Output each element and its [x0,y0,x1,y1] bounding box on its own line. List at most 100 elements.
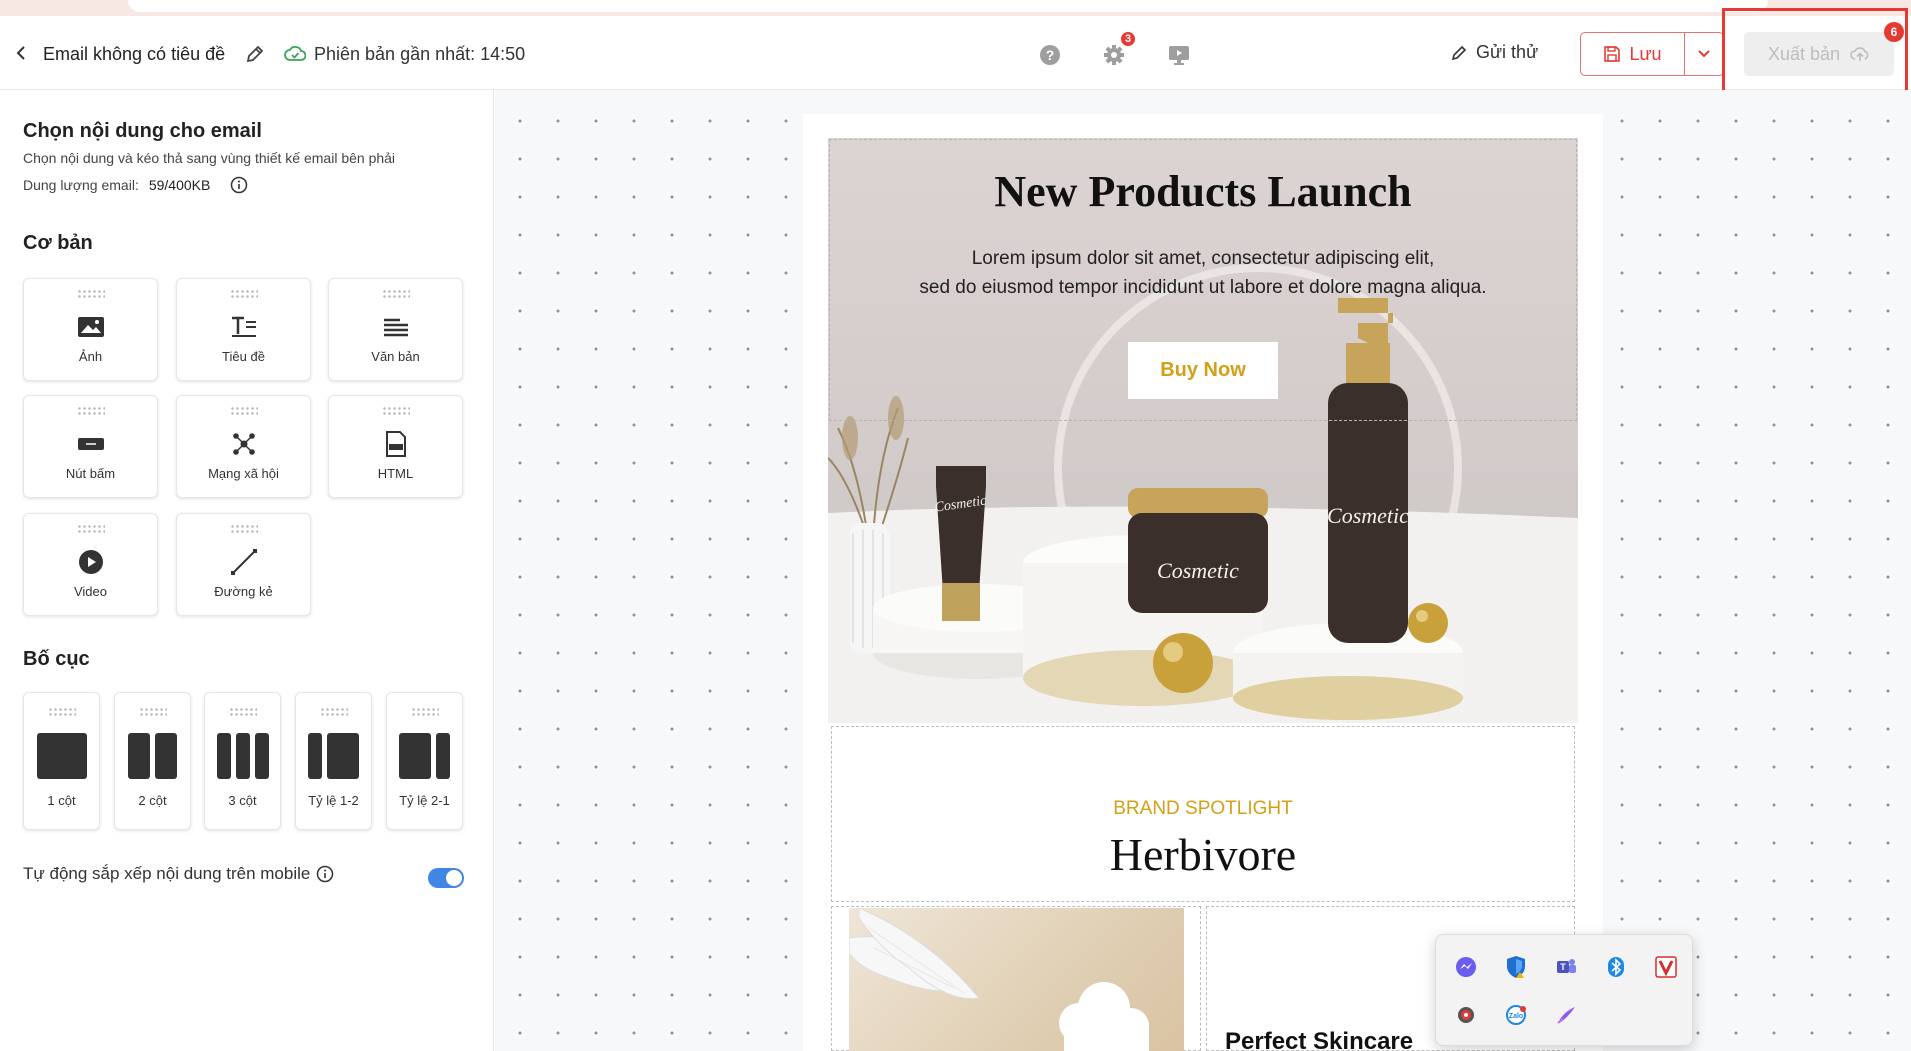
brand-spotlight-tag: BRAND SPOTLIGHT [1113,798,1293,819]
block-video[interactable]: Video [23,513,158,616]
system-tray-overflow: T Zalo [1435,934,1693,1046]
teams-icon[interactable]: T [1553,954,1579,980]
layout-label: 3 cột [228,793,257,808]
text-icon [380,311,412,343]
editor-header: Email không có tiêu đề Phiên bản gần nhấ… [0,8,1911,97]
help-icon[interactable]: ? [1037,42,1063,68]
basic-section-heading: Cơ bản [23,232,93,254]
browser-tab-strip [0,0,1911,16]
drag-handle-icon [319,707,348,717]
email-size-label: Dung lượng email: [23,177,139,193]
layout-3-columns[interactable]: 3 cột [204,692,281,830]
chevron-down-icon [1698,50,1710,58]
block-label: Mạng xã hội [208,466,279,481]
email-size-value: 59/400KB [148,177,211,193]
divider-icon [228,546,260,578]
block-heading[interactable]: Tiêu đề [176,278,311,381]
publish-label: Xuất bản [1767,43,1841,64]
button-icon [75,428,107,460]
drag-handle-icon [47,707,76,717]
hero-title[interactable]: New Products Launch [828,166,1578,217]
drag-handle-icon [229,289,258,299]
block-label: Ảnh [78,349,103,364]
auto-arrange-row: Tự động sắp xếp nội dung trên mobile [23,864,463,884]
pencil-icon[interactable] [244,43,266,65]
block-social[interactable]: Mạng xã hội [176,395,311,498]
block-label: Nút bấm [65,466,116,481]
bluetooth-icon[interactable] [1603,954,1629,980]
layout-1-column[interactable]: 1 cột [23,692,100,830]
video-icon [75,546,107,578]
block-label: Video [73,584,107,599]
send-test-button[interactable]: Gửi thử [1450,42,1538,63]
one-column-icon [36,733,88,779]
svg-text:Zalo: Zalo [1509,1013,1523,1020]
layout-label: Tỷ lệ 1-2 [308,793,359,808]
antivirus-icon[interactable] [1653,954,1679,980]
layout-label: Tỷ lệ 2-1 [399,793,450,808]
drag-handle-icon [76,524,105,534]
three-column-icon [216,733,269,779]
cloud-upload-icon [1850,47,1869,61]
chevron-left-icon [16,46,25,60]
drag-handle-icon [410,707,439,717]
zalo-icon[interactable]: Zalo [1503,1002,1529,1028]
drag-handle-icon [138,707,167,717]
block-divider[interactable]: Đường kẻ [176,513,311,616]
drag-handle-icon [381,406,410,416]
layout-ratio-1-2[interactable]: Tỷ lệ 1-2 [295,692,372,830]
auto-arrange-toggle[interactable] [428,868,464,888]
block-label: HTML [377,466,414,481]
layout-ratio-2-1[interactable]: Tỷ lệ 2-1 [386,692,463,830]
email-size-row: Dung lượng email: 59/400KB [23,176,248,194]
publish-button[interactable]: Xuất bản [1744,32,1894,76]
messenger-icon[interactable] [1453,954,1479,980]
drag-handle-icon [228,707,257,717]
drag-handle-icon [381,289,410,299]
skincare-image[interactable] [849,908,1184,1051]
info-icon[interactable] [316,865,334,883]
block-html[interactable]: HTML [328,395,463,498]
sidebar-title: Chọn nội dung cho email [23,120,262,142]
send-test-label: Gửi thử [1476,42,1539,62]
notification-badge: 6 [1884,22,1904,42]
image-icon [75,311,107,343]
block-label: Đường kẻ [214,584,273,599]
svg-text:T: T [1560,962,1566,972]
hero-text-line-2: sed do eiusmod tempor incididunt ut labo… [919,277,1487,298]
pen-icon[interactable] [1553,1002,1579,1028]
block-button[interactable]: Nút bấm [23,395,158,498]
layout-label: 2 cột [138,793,167,808]
snipping-icon[interactable] [1453,1002,1479,1028]
pencil-icon [1451,45,1467,60]
content-sidebar: Chọn nội dung cho email Chọn nội dung và… [0,90,494,1051]
save-options-dropdown[interactable] [1685,33,1723,75]
ratio-1-2-icon [308,733,360,779]
buy-now-button[interactable]: Buy Now [1128,342,1278,399]
drag-handle-icon [76,406,105,416]
block-text[interactable]: Văn bản [328,278,463,381]
hero-text[interactable]: Lorem ipsum dolor sit amet, consectetur … [878,244,1528,302]
windows-security-icon[interactable] [1503,954,1529,980]
floppy-disk-icon [1604,46,1621,62]
hero-text-line-1: Lorem ipsum dolor sit amet, consectetur … [971,248,1435,269]
social-icon [228,428,260,460]
drag-handle-icon [229,406,258,416]
save-button[interactable]: Lưu [1581,33,1685,75]
browser-address-bar[interactable] [128,0,1768,12]
block-label: Văn bản [371,349,420,364]
heading-icon [228,311,260,343]
ratio-2-1-icon [399,733,451,779]
two-column-icon [127,733,179,779]
layout-2-columns[interactable]: 2 cột [114,692,191,830]
info-icon[interactable] [230,176,248,194]
save-label: Lưu [1629,43,1662,64]
auto-arrange-label: Tự động sắp xếp nội dung trên mobile [23,864,311,883]
brand-name: Herbivore [1109,829,1297,880]
block-label: Tiêu đề [222,349,265,364]
email-title[interactable]: Email không có tiêu đề [43,44,225,65]
block-image[interactable]: Ảnh [23,278,158,381]
preview-monitor-icon[interactable] [1166,42,1192,68]
svg-text:?: ? [1046,47,1055,63]
back-button[interactable] [10,42,32,64]
